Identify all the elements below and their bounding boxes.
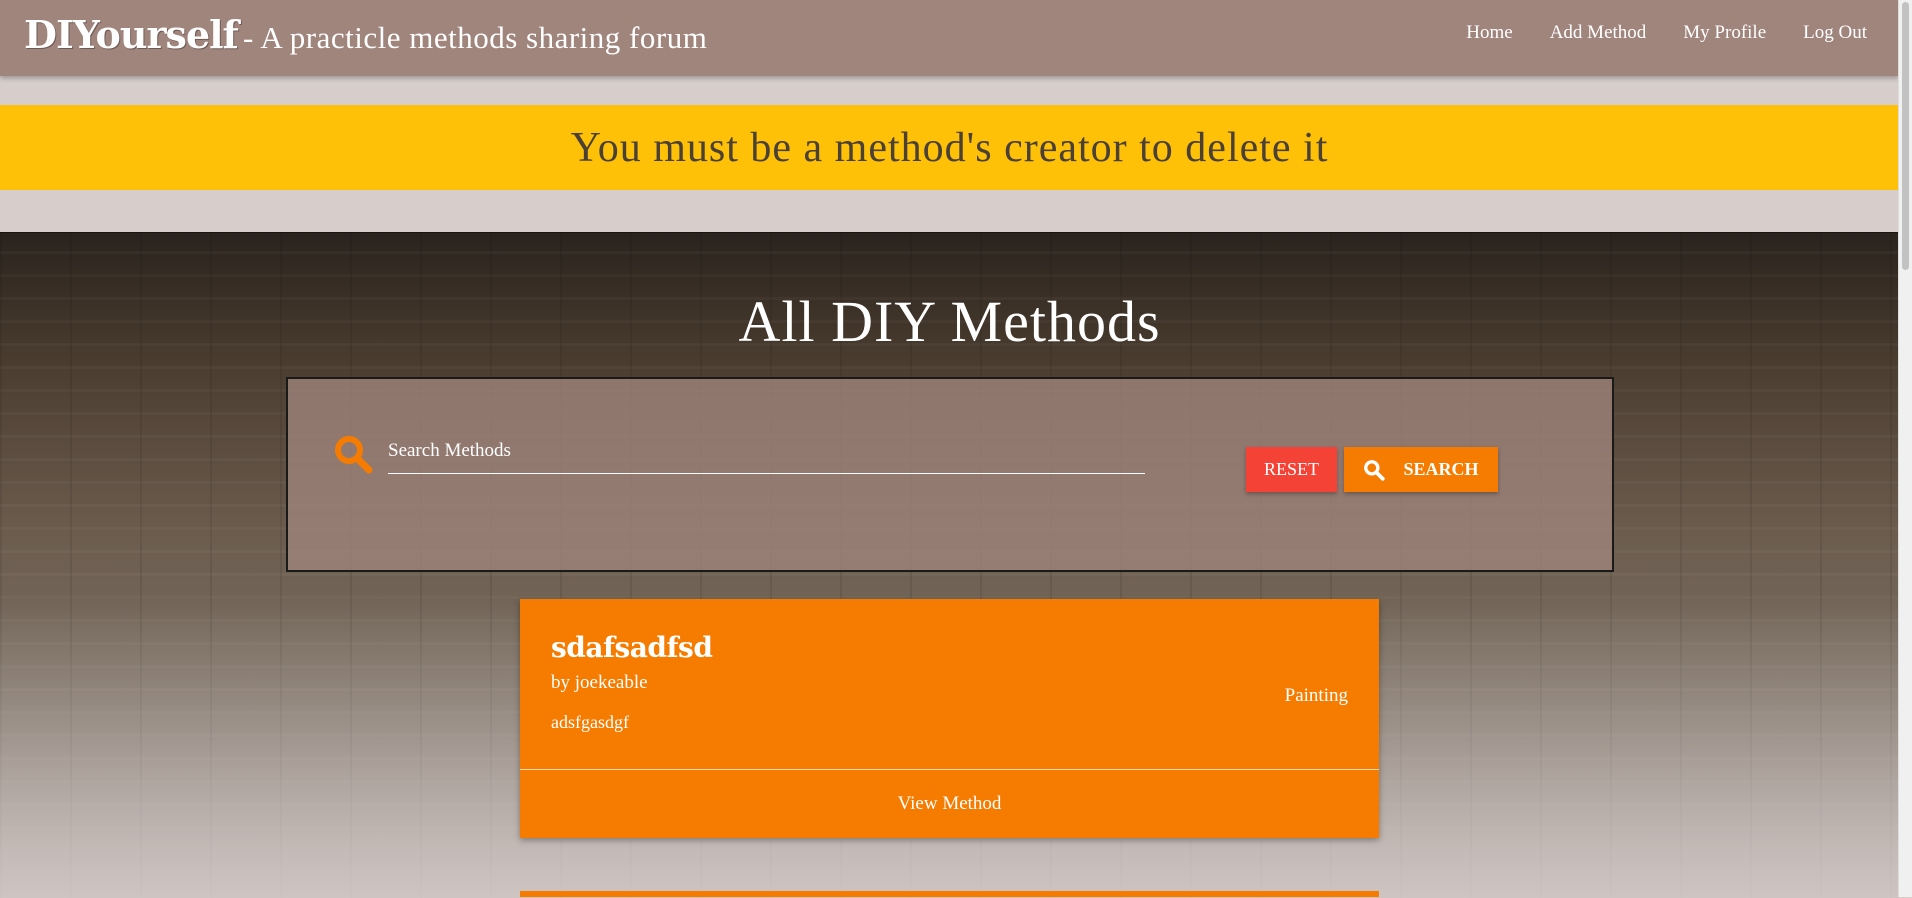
- alert-message: You must be a method's creator to delete…: [570, 124, 1329, 171]
- scrollbar-thumb[interactable]: [1902, 2, 1909, 270]
- search-input[interactable]: [388, 429, 1145, 474]
- page-scrollbar[interactable]: [1898, 0, 1912, 897]
- method-card: sdafsadfsd by joekeable adsfgasdgf Paint…: [520, 599, 1379, 838]
- nav-my-profile-link[interactable]: My Profile: [1683, 22, 1766, 44]
- view-method-link[interactable]: View Method: [520, 770, 1379, 838]
- nav-links: Home Add Method My Profile Log Out: [1466, 22, 1867, 44]
- search-button-label: SEARCH: [1403, 459, 1479, 479]
- method-description: adsfgasdgf: [551, 712, 629, 732]
- flash-alert: You must be a method's creator to delete…: [0, 105, 1899, 190]
- nav-home-link[interactable]: Home: [1466, 22, 1512, 44]
- brand-logo[interactable]: DIYourself: [24, 12, 239, 57]
- nav-log-out-link[interactable]: Log Out: [1803, 22, 1867, 44]
- search-icon: [335, 436, 373, 474]
- brand[interactable]: DIYourself - A practicle methods sharing…: [24, 12, 707, 57]
- method-author: by joekeable: [551, 672, 648, 693]
- nav-add-method-link[interactable]: Add Method: [1550, 22, 1647, 44]
- page-title: All DIY Methods: [738, 289, 1161, 354]
- search-panel: RESET SEARCH: [286, 377, 1614, 572]
- method-category: Painting: [1284, 685, 1348, 706]
- search-button[interactable]: SEARCH: [1344, 447, 1498, 492]
- top-navbar: DIYourself - A practicle methods sharing…: [0, 0, 1899, 76]
- search-button-icon: [1364, 459, 1386, 481]
- method-title: sdafsadfsd: [551, 631, 713, 664]
- reset-button[interactable]: RESET: [1246, 447, 1337, 492]
- method-card-next: [520, 891, 1379, 897]
- brand-tagline: - A practicle methods sharing forum: [243, 20, 708, 55]
